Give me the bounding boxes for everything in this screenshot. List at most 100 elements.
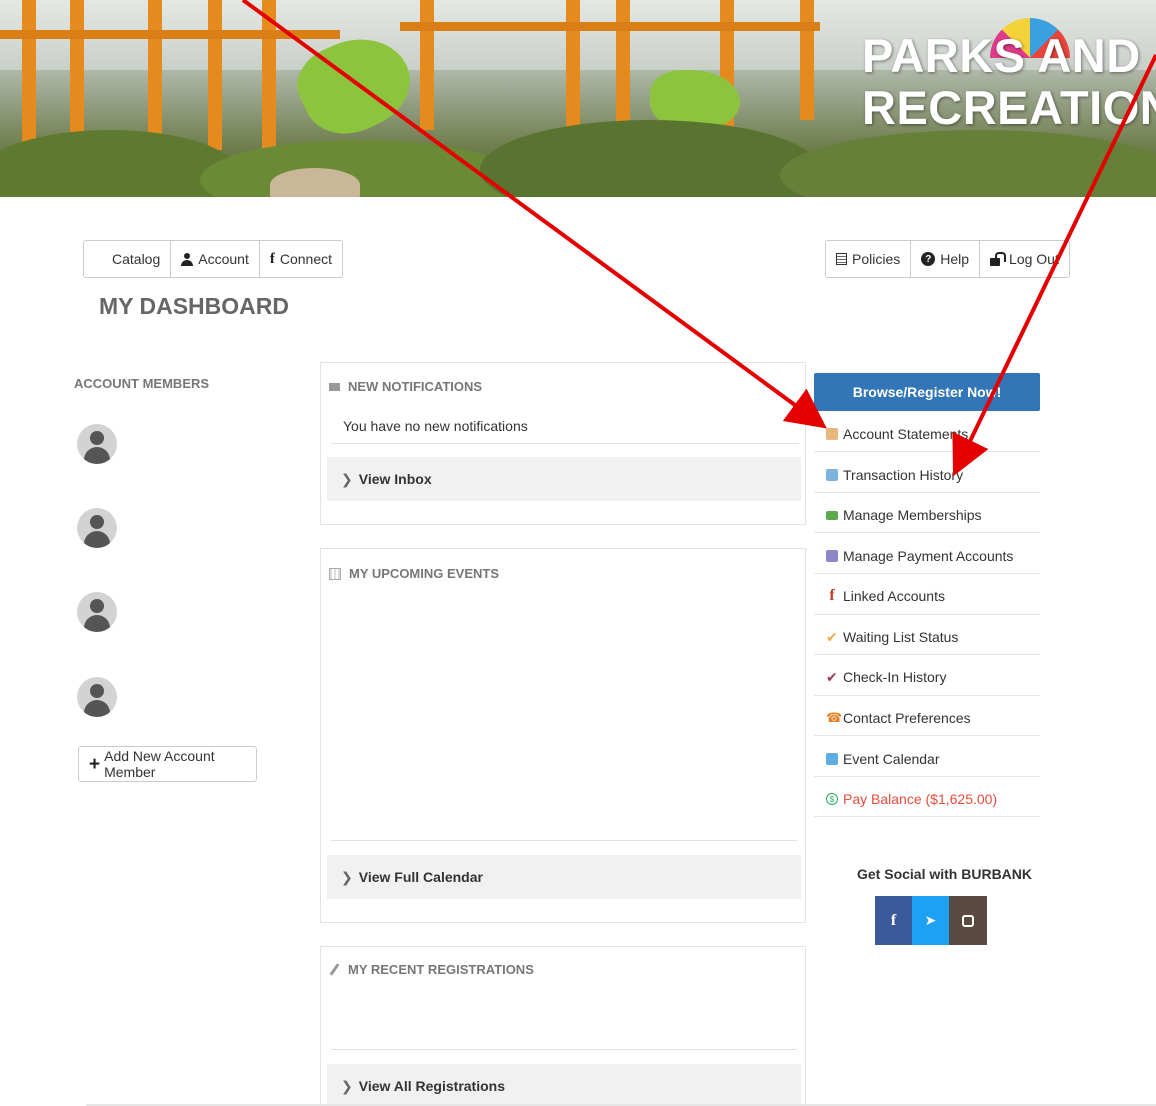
instagram-icon: [962, 914, 974, 927]
chevron-right-icon: ❯: [341, 470, 353, 487]
logout-button[interactable]: Log Out: [980, 241, 1069, 277]
main-nav: Catalog Account f Connect: [83, 240, 344, 278]
upcoming-events-panel: MY UPCOMING EVENTS ❯ View Full Calendar: [320, 548, 806, 923]
chevron-right-icon: ❯: [341, 868, 353, 885]
sidebar-item-label: Event Calendar: [843, 751, 940, 767]
help-label: Help: [940, 251, 970, 267]
sidebar-item-transaction-history[interactable]: Transaction History: [826, 464, 963, 486]
twitter-icon: ➤: [924, 912, 937, 928]
registrations-heading-text: MY RECENT REGISTRATIONS: [348, 962, 534, 977]
playground-post: [420, 0, 434, 130]
connect-button[interactable]: f Connect: [260, 241, 342, 277]
divider: [814, 451, 1040, 452]
view-full-calendar-link[interactable]: ❯ View Full Calendar: [327, 855, 801, 899]
membership-card-icon: [826, 510, 838, 520]
view-all-registrations-link[interactable]: ❯ View All Registrations: [327, 1064, 801, 1106]
user-icon: [181, 252, 194, 266]
statement-icon: [826, 428, 838, 440]
sidebar-item-label: Linked Accounts: [843, 588, 945, 604]
catalog-button[interactable]: Catalog: [84, 241, 172, 277]
banner-title-line: PARKS AND: [862, 29, 1141, 82]
events-heading-text: MY UPCOMING EVENTS: [349, 566, 500, 581]
notifications-heading-text: NEW NOTIFICATIONS: [348, 379, 483, 394]
notifications-heading: NEW NOTIFICATIONS: [329, 379, 482, 394]
grid-icon: [94, 253, 107, 266]
playground-post: [22, 0, 36, 150]
view-full-calendar-label: View Full Calendar: [358, 869, 483, 885]
sidebar-item-event-calendar[interactable]: Event Calendar: [826, 748, 940, 770]
sidebar-item-linked-accounts[interactable]: f Linked Accounts: [826, 585, 945, 607]
recent-registrations-panel: MY RECENT REGISTRATIONS ❯ View All Regis…: [320, 946, 806, 1106]
sidebar-item-check-in-history[interactable]: ✔ Check-In History: [826, 666, 946, 688]
instagram-social-button[interactable]: [949, 896, 987, 945]
divider: [814, 573, 1040, 574]
header-banner: PARKS AND RECREATION: [0, 0, 1156, 197]
sidebar-item-account-statements[interactable]: Account Statements: [826, 423, 968, 445]
facebook-icon: f: [890, 911, 897, 929]
account-button[interactable]: Account: [171, 241, 260, 277]
view-inbox-link[interactable]: ❯ View Inbox: [327, 457, 801, 501]
sidebar-item-manage-memberships[interactable]: Manage Memberships: [826, 504, 982, 526]
playground-post: [800, 0, 814, 120]
divider: [814, 614, 1040, 615]
divider: [331, 1049, 797, 1050]
sidebar-item-waiting-list-status[interactable]: ✔ Waiting List Status: [826, 626, 958, 648]
phone-icon: ☎: [826, 710, 843, 725]
playground-post: [262, 0, 276, 170]
sidebar-item-label: Account Statements: [843, 426, 969, 442]
playground-beam: [0, 30, 340, 39]
shrub-graphic: [200, 140, 520, 197]
envelope-icon: [329, 382, 340, 391]
sidebar-item-contact-preferences[interactable]: ☎ Contact Preferences: [826, 707, 971, 729]
sidebar-item-pay-balance[interactable]: $ Pay Balance ($1,625.00): [826, 788, 997, 810]
sidebar-item-label: Contact Preferences: [843, 710, 971, 726]
banner-title-line: RECREATION: [862, 81, 1156, 134]
divider: [331, 443, 799, 444]
plus-icon: +: [89, 753, 101, 775]
divider: [814, 654, 1040, 655]
divider: [814, 532, 1040, 533]
add-account-member-button[interactable]: + Add New Account Member: [78, 746, 257, 782]
divider: [814, 695, 1040, 696]
payment-icon: [826, 550, 838, 562]
connect-label: Connect: [279, 251, 333, 267]
playground-post: [616, 0, 630, 140]
avatar[interactable]: [77, 592, 117, 632]
check-icon: ✔: [826, 628, 838, 645]
registrations-heading: MY RECENT REGISTRATIONS: [329, 962, 534, 977]
avatar[interactable]: [77, 508, 117, 548]
help-button[interactable]: ? Help: [911, 241, 981, 277]
check-icon: ✔: [826, 668, 838, 685]
avatar[interactable]: [77, 677, 117, 717]
unlock-icon: [990, 252, 1007, 266]
policies-label: Policies: [852, 251, 901, 267]
playground-post: [208, 0, 222, 150]
sidebar-item-label: Pay Balance ($1,625.00): [843, 791, 998, 807]
sidebar-item-manage-payment-accounts[interactable]: Manage Payment Accounts: [826, 545, 1013, 567]
catalog-label: Catalog: [112, 251, 161, 267]
facebook-social-button[interactable]: f: [875, 896, 912, 945]
browse-register-button[interactable]: Browse/Register Now!: [814, 373, 1040, 411]
account-label: Account: [198, 251, 249, 267]
policies-button[interactable]: Policies: [826, 241, 912, 277]
sidebar-item-label: Transaction History: [843, 467, 964, 483]
account-members-heading: ACCOUNT MEMBERS: [74, 376, 210, 391]
document-icon: [836, 253, 847, 265]
view-inbox-label: View Inbox: [358, 471, 432, 487]
question-circle-icon: ?: [921, 252, 936, 266]
facebook-icon: f: [829, 587, 835, 604]
avatar[interactable]: [77, 424, 117, 464]
events-heading: MY UPCOMING EVENTS: [329, 566, 499, 581]
playground-beam: [400, 22, 820, 31]
sidebar-item-label: Waiting List Status: [843, 629, 959, 645]
twitter-social-button[interactable]: ➤: [912, 896, 949, 945]
facebook-icon: f: [269, 250, 275, 267]
utility-nav: Policies ? Help Log Out: [825, 240, 1070, 278]
sidebar-item-label: Manage Memberships: [843, 507, 982, 523]
shrub-graphic: [480, 120, 820, 197]
banner-title: PARKS AND RECREATION: [862, 30, 1156, 134]
chevron-right-icon: ❯: [341, 1077, 353, 1094]
history-icon: [826, 469, 838, 481]
view-all-registrations-label: View All Registrations: [358, 1078, 505, 1094]
divider: [814, 492, 1040, 493]
